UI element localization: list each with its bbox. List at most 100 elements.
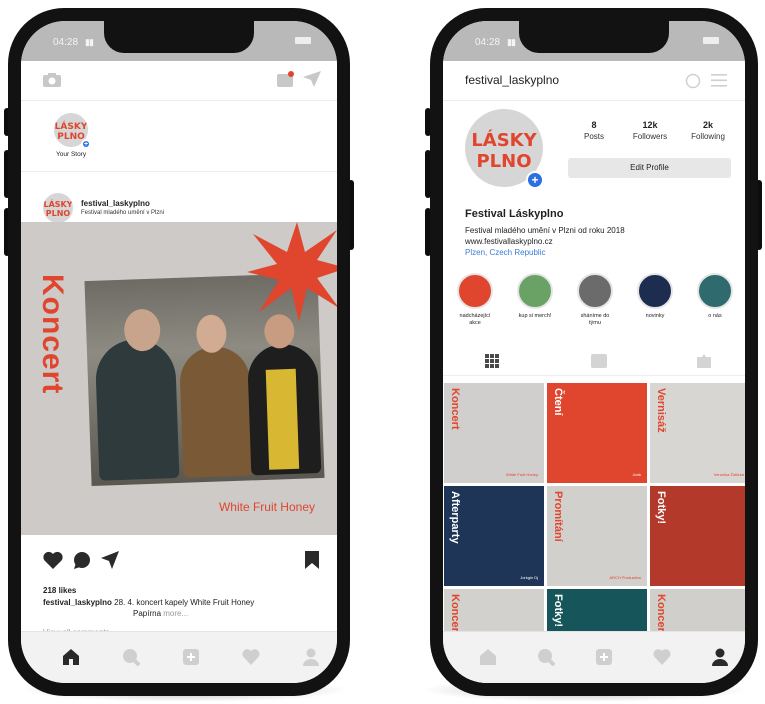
post-image[interactable]: Koncert White Fruit Honey [21, 222, 337, 535]
your-story-label: Your Story [56, 151, 87, 158]
notch [519, 21, 669, 53]
search-icon[interactable] [122, 648, 140, 666]
highlight-cover [517, 273, 553, 309]
caption-line-2-text: Papírna [133, 609, 162, 618]
activity-heart-icon[interactable] [242, 648, 260, 666]
posts-count: 8 [591, 120, 597, 130]
battery-icon [295, 37, 311, 44]
add-story-plus-icon[interactable]: + [526, 171, 544, 189]
followers-label: Followers [632, 132, 668, 141]
svg-text:LÁSKY: LÁSKY [43, 198, 72, 209]
svg-text:LÁSKY: LÁSKY [55, 120, 88, 132]
mockup-stage: 04:28 ▮▮ LÁSKY PLNO + Your Story LÁSKY PLN… [0, 0, 765, 704]
home-icon[interactable] [479, 648, 497, 666]
grid-post-title: Čtení [552, 388, 564, 416]
post-author-avatar[interactable]: LÁSKY PLNO [43, 193, 73, 223]
like-heart-icon[interactable] [43, 551, 63, 569]
battery-icon [703, 37, 719, 44]
caption-line-2: Papírna more... [133, 609, 188, 618]
following-stat[interactable]: 2k Following [683, 120, 733, 141]
signal-icon: ▮▮ [507, 37, 516, 47]
followers-count: 12k [642, 120, 658, 130]
profile-icon[interactable] [302, 648, 320, 666]
highlight-label: sháníme do týmu [580, 313, 610, 326]
highlight-label: nadcházející akce [459, 313, 491, 326]
home-icon[interactable] [62, 648, 80, 666]
grid-post-title: Koncert [655, 594, 667, 636]
person-shirt [265, 368, 300, 470]
bottom-tab-bar [21, 631, 337, 683]
highlight-cover [457, 273, 493, 309]
likes-count[interactable]: 218 likes [43, 586, 76, 595]
feed-top-bar [21, 61, 337, 101]
post-caption: festival_laskyplno 28. 4. koncert kapely… [43, 597, 333, 609]
post-image-band-name: White Fruit Honey [218, 500, 315, 514]
burst-star-decoration [247, 222, 337, 322]
highlight-cover [577, 273, 613, 309]
highlight-cover [697, 273, 733, 309]
grid-post[interactable]: Čtení Jonk [547, 383, 647, 483]
grid-post-caption: Jonk [632, 472, 641, 477]
website-link[interactable]: www.festivallaskyplno.cz [465, 236, 625, 247]
person-figure [94, 338, 180, 481]
signal-icon: ▮▮ [85, 37, 94, 47]
grid-view-icon[interactable] [485, 354, 499, 368]
bookmark-icon[interactable] [305, 551, 319, 569]
search-icon[interactable] [537, 648, 555, 666]
new-post-icon[interactable] [182, 648, 200, 666]
direct-message-icon[interactable] [303, 71, 321, 87]
post-author-name[interactable]: festival_laskyplno [81, 199, 150, 208]
highlight-item[interactable]: novinky [635, 273, 675, 320]
highlight-label: novinky [645, 313, 665, 319]
post-image-title: Koncert [36, 274, 69, 395]
location-link[interactable]: Plzen, Czech Republic [465, 247, 625, 258]
grid-post[interactable]: Vernisáž Veronika Židlická [650, 383, 745, 483]
laskyplno-logo: LÁSKYPLNO [43, 198, 72, 218]
profile-username[interactable]: festival_laskyplno [465, 73, 559, 87]
status-time: 04:28 [475, 37, 501, 48]
svg-text:LÁSKY: LÁSKY [471, 129, 537, 151]
right-phone-screen: 04:28 ▮▮ festival_laskyplno LÁSKY PLNO + … [443, 21, 745, 683]
post-author-subtitle: Festival mladého umění v Plzni [81, 210, 165, 216]
following-label: Following [691, 132, 725, 141]
caption-more-link[interactable]: more... [163, 609, 188, 618]
new-post-icon[interactable] [595, 648, 613, 666]
add-story-plus-icon[interactable]: + [81, 139, 91, 149]
igtv-icon[interactable] [277, 71, 295, 87]
highlight-item[interactable]: nadcházející akce [455, 273, 495, 326]
highlight-item[interactable]: sháníme do týmu [575, 273, 615, 326]
edit-profile-button[interactable]: Edit Profile [568, 158, 731, 178]
highlight-cover [637, 273, 673, 309]
svg-text:PLNO: PLNO [476, 151, 531, 172]
camera-icon[interactable] [43, 73, 61, 87]
archive-clock-icon[interactable] [685, 73, 701, 89]
highlight-item[interactable]: o nás [695, 273, 735, 320]
grid-post[interactable]: Fotky! [650, 486, 745, 586]
caption-username[interactable]: festival_laskyplno [43, 598, 112, 607]
bottom-tab-bar [443, 631, 745, 683]
grid-post[interactable]: Afterparty Jorkgin Dj [444, 486, 544, 586]
grid-post-caption: ARCH Production [609, 575, 641, 580]
divider [21, 171, 337, 172]
grid-post[interactable]: Koncert White Fruit Honey [444, 383, 544, 483]
activity-heart-icon[interactable] [653, 648, 671, 666]
share-icon[interactable] [101, 551, 119, 569]
posts-stat[interactable]: 8 Posts [569, 120, 619, 141]
left-phone: 04:28 ▮▮ LÁSKY PLNO + Your Story LÁSKY PLN… [8, 8, 350, 696]
grid-post-caption: White Fruit Honey [505, 472, 538, 477]
profile-top-bar: festival_laskyplno [443, 61, 745, 101]
tagged-icon[interactable] [697, 354, 711, 368]
grid-post-title: Vernisáž [655, 388, 667, 433]
menu-icon[interactable] [711, 74, 727, 87]
profile-icon[interactable] [711, 648, 729, 666]
posts-label: Posts [583, 132, 604, 141]
person-figure [178, 345, 254, 478]
highlight-item[interactable]: kup si merch! [515, 273, 555, 320]
followers-stat[interactable]: 12k Followers [625, 120, 675, 141]
notch [104, 21, 254, 53]
igtv-tab-icon[interactable] [591, 354, 607, 368]
grid-post-title: Fotky! [552, 594, 564, 627]
svg-text:PLNO: PLNO [46, 209, 71, 218]
comment-icon[interactable] [73, 551, 91, 569]
grid-post[interactable]: Promítání ARCH Production [547, 486, 647, 586]
